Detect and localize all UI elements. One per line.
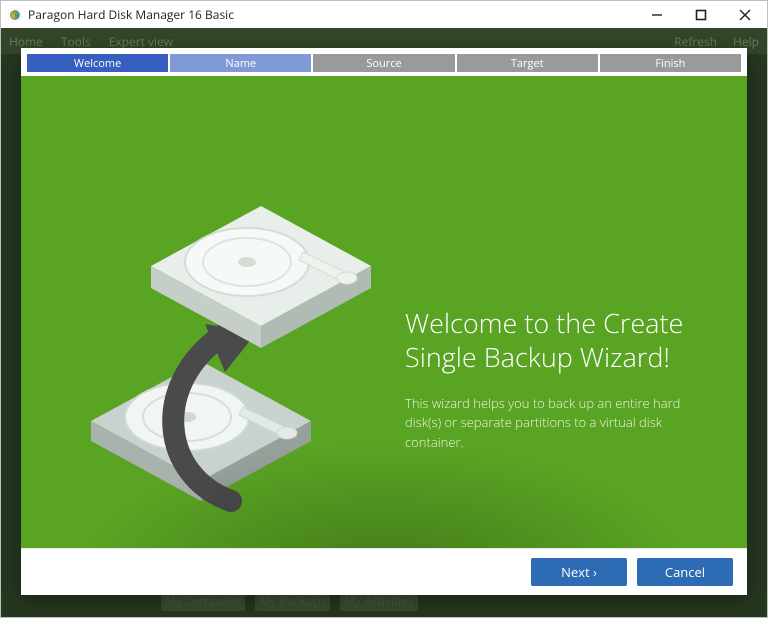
step-finish[interactable]: Finish	[600, 54, 741, 72]
window-titlebar: Paragon Hard Disk Manager 16 Basic	[0, 0, 768, 28]
wizard-description: This wizard helps you to back up an enti…	[405, 394, 717, 453]
backup-illustration-icon	[71, 196, 371, 516]
wizard-steps: Welcome Name Source Target Finish	[21, 48, 747, 76]
step-welcome[interactable]: Welcome	[27, 54, 168, 72]
menu-expert: Expert view	[109, 33, 173, 50]
app-icon	[8, 8, 22, 22]
menu-refresh: Refresh	[674, 33, 717, 50]
wizard-heading: Welcome to the Create Single Backup Wiza…	[405, 306, 717, 374]
step-source[interactable]: Source	[313, 54, 454, 72]
wizard-dialog: Welcome Name Source Target Finish	[21, 48, 747, 595]
window-title: Paragon Hard Disk Manager 16 Basic	[28, 6, 234, 23]
cancel-button[interactable]: Cancel	[637, 558, 733, 586]
window-maximize-button[interactable]	[679, 2, 723, 28]
next-button[interactable]: Next ›	[531, 558, 627, 586]
window-close-button[interactable]	[723, 2, 767, 28]
wizard-text: Welcome to the Create Single Backup Wiza…	[405, 306, 717, 452]
app-background: Home Tools Expert view Refresh Help My C…	[0, 28, 768, 618]
menu-tools: Tools	[61, 33, 91, 50]
menu-help: Help	[733, 33, 759, 50]
step-target[interactable]: Target	[457, 54, 598, 72]
menu-home: Home	[9, 33, 43, 50]
wizard-content: Welcome to the Create Single Backup Wiza…	[21, 76, 747, 548]
step-name[interactable]: Name	[170, 54, 311, 72]
wizard-footer: Next › Cancel	[21, 548, 747, 595]
window-minimize-button[interactable]	[635, 2, 679, 28]
